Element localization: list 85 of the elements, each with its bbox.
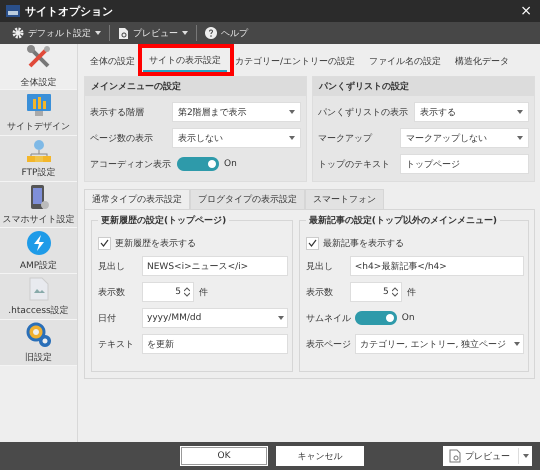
ok-button[interactable]: OK xyxy=(180,446,268,466)
help-icon xyxy=(205,27,217,39)
panel-header: パンくずリストの設定 xyxy=(313,77,534,96)
tab[interactable]: ブログタイプの表示設定 xyxy=(190,189,305,209)
caret-icon xyxy=(517,110,523,114)
dropdown[interactable]: カテゴリー, エントリー, 独立ページ xyxy=(354,334,524,354)
group-title: 更新履歴の設定(トップページ) xyxy=(98,214,230,227)
dropdown[interactable]: yyyy/MM/dd xyxy=(142,308,288,328)
caret-icon xyxy=(95,31,101,35)
monitor-icon xyxy=(26,92,52,116)
sidebar-item[interactable]: FTP設定 xyxy=(0,136,77,182)
group-title: 最新記事の設定(トップ以外のメインメニュー) xyxy=(306,214,500,227)
text-field[interactable]: NEWS<i>ニュース</i> xyxy=(142,256,288,276)
close-button[interactable]: × xyxy=(520,3,532,19)
caret-icon xyxy=(289,136,295,140)
dropdown[interactable]: 表示しない xyxy=(172,128,301,148)
caret-icon xyxy=(278,316,284,320)
dropdown[interactable]: 第2階層まで表示 xyxy=(172,102,301,122)
toggle-state: On xyxy=(402,313,415,323)
sidebar-item[interactable]: AMP設定 xyxy=(0,228,77,274)
caret-icon xyxy=(289,110,295,114)
field-label: テキスト xyxy=(98,338,135,350)
field-label: 表示数 xyxy=(306,286,334,298)
sidebar-item[interactable]: サイトデザイン xyxy=(0,90,77,136)
sidebar-item[interactable]: .htaccess設定 xyxy=(0,274,77,320)
window-title: サイトオプション xyxy=(25,4,113,18)
caret-icon xyxy=(514,342,520,346)
settings-icon xyxy=(12,27,24,39)
field-label: 見出し xyxy=(306,260,334,272)
tab[interactable]: 構造化データ xyxy=(449,50,516,72)
tab[interactable]: サイトの表示設定 xyxy=(143,50,227,72)
dropdown[interactable]: マークアップしない xyxy=(400,128,529,148)
number-field[interactable]: 5 xyxy=(350,282,402,302)
field-label: 表示する階層 xyxy=(90,106,145,118)
document-icon xyxy=(28,276,48,300)
tab[interactable]: 全体の設定 xyxy=(84,50,141,72)
caret-icon xyxy=(517,136,523,140)
text-field[interactable]: を更新 xyxy=(142,334,288,354)
checkbox[interactable] xyxy=(306,236,319,250)
sidebar-item[interactable]: 旧設定 xyxy=(0,320,77,366)
dropdown[interactable]: 表示する xyxy=(414,102,529,122)
tab[interactable]: ファイル名の設定 xyxy=(363,50,448,72)
field-label: 日付 xyxy=(98,312,117,324)
checkbox-label: 更新履歴を表示する xyxy=(115,238,196,250)
tab[interactable]: 通常タイプの表示設定 xyxy=(84,189,190,209)
lightning-icon xyxy=(26,230,52,256)
toggle-switch[interactable] xyxy=(177,157,219,171)
field-label: 見出し xyxy=(98,260,126,272)
tab[interactable]: スマートフォン xyxy=(305,189,384,209)
gears-icon xyxy=(26,322,52,348)
sidebar-item[interactable]: スマホサイト設定 xyxy=(0,182,77,228)
preview-button[interactable]: プレビュー xyxy=(443,446,532,466)
field-label: トップのテキスト xyxy=(318,158,391,170)
spinner-icon xyxy=(184,287,190,297)
panel-header: メインメニューの設定 xyxy=(85,77,306,96)
caret-icon xyxy=(182,31,188,35)
sidebar-item[interactable]: 全体設定 xyxy=(0,44,77,90)
toolbar-button[interactable]: プレビュー xyxy=(110,22,196,44)
checkbox-label: 最新記事を表示する xyxy=(322,238,404,250)
unit-label: 件 xyxy=(406,286,416,298)
preview-icon xyxy=(118,26,129,40)
toolbar-button[interactable]: ヘルプ xyxy=(197,22,256,44)
field-label: アコーディオン表示 xyxy=(90,158,172,170)
unit-label: 件 xyxy=(199,286,208,298)
field-label: ページ数の表示 xyxy=(90,132,154,144)
field-label: サムネイル xyxy=(306,312,352,324)
toggle-switch[interactable] xyxy=(354,311,397,325)
field-label: 表示数 xyxy=(98,286,126,298)
number-field[interactable]: 5 xyxy=(142,282,194,302)
toggle-state: On xyxy=(224,159,237,169)
tab[interactable]: カテゴリー/エントリーの設定 xyxy=(229,50,362,72)
toolbar-button[interactable]: デフォルト設定 xyxy=(4,22,109,44)
cancel-button[interactable]: キャンセル xyxy=(276,446,364,466)
network-icon xyxy=(26,138,52,162)
field-label: パンくずリストの表示 xyxy=(318,106,409,118)
app-icon xyxy=(6,5,20,17)
preview-icon xyxy=(449,449,461,463)
field-label: 表示ページ xyxy=(306,338,352,350)
checkbox[interactable] xyxy=(98,236,111,250)
field-label: マークアップ xyxy=(318,132,374,144)
tools-icon xyxy=(26,44,52,70)
spinner-icon xyxy=(392,287,398,297)
caret-icon xyxy=(523,454,529,458)
text-field[interactable]: トップページ xyxy=(400,154,529,174)
text-field[interactable]: <h4>最新記事</h4> xyxy=(350,256,524,276)
